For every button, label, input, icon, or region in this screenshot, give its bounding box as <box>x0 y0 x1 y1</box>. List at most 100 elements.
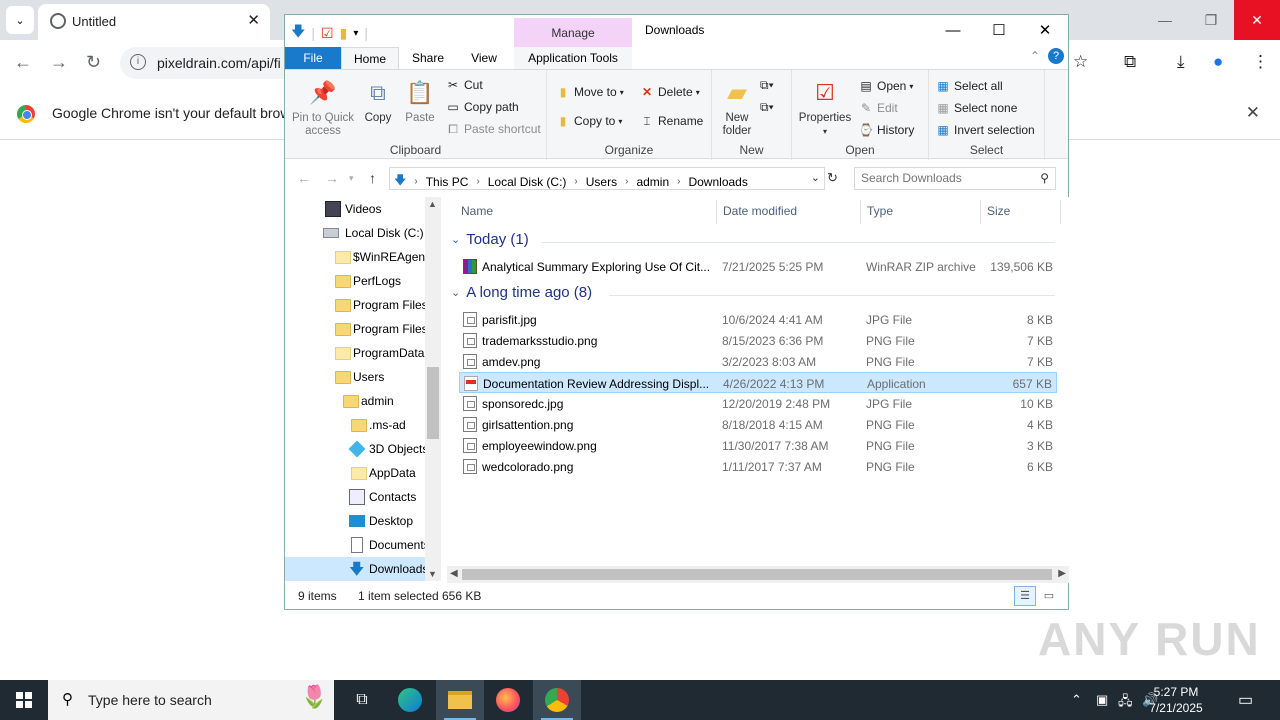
tab-share[interactable]: Share <box>403 47 453 69</box>
paste-button[interactable]: 📋 Paste <box>401 76 439 125</box>
properties-button[interactable]: ☑ Properties ▾ <box>796 76 854 138</box>
column-header-size[interactable]: Size <box>981 200 1061 224</box>
file-row[interactable]: parisfit.jpg 10/6/2024 4:41 AM JPG File … <box>459 309 1057 330</box>
taskbar-clock[interactable]: 5:27 PM 7/21/2025 <box>1136 684 1216 716</box>
taskbar-search[interactable]: ⚲ Type here to search 🌷 <box>48 680 334 720</box>
move-to-button[interactable]: ▮ Move to ▾ <box>555 84 624 100</box>
breadcrumb-downloads[interactable]: Downloads <box>688 175 747 189</box>
network-device-icon[interactable]: ▣ <box>1096 692 1108 708</box>
nav-item-perflogs[interactable]: PerfLogs <box>285 269 425 293</box>
tray-chevron-icon[interactable]: ⌃ <box>1071 692 1082 708</box>
infobar-close-icon[interactable]: ✕ <box>1246 103 1260 123</box>
nav-item-admin[interactable]: admin <box>285 389 425 413</box>
address-bar[interactable]: i pixeldrain.com/api/fi <box>120 47 300 79</box>
manage-tab[interactable]: Manage <box>514 18 632 47</box>
firefox-icon[interactable] <box>484 680 532 720</box>
column-header-date[interactable]: Date modified <box>717 200 861 224</box>
nav-scroll-thumb[interactable] <box>427 367 439 439</box>
up-arrow-icon[interactable]: ↑ <box>369 170 376 186</box>
file-row[interactable]: trademarksstudio.png 8/15/2023 6:36 PM P… <box>459 330 1057 351</box>
breadcrumb-users[interactable]: Users <box>586 175 617 189</box>
breadcrumb-local-disk[interactable]: Local Disk (C:) <box>488 175 567 189</box>
delete-button[interactable]: ✕ Delete ▾ <box>639 84 700 100</box>
help-icon[interactable]: ? <box>1048 48 1064 64</box>
properties-qat-icon[interactable]: ☑ <box>321 25 334 42</box>
new-folder-qat-icon[interactable]: ▮ <box>340 25 348 42</box>
tab-search-button[interactable]: ⌄ <box>6 6 34 34</box>
nav-item-desktop[interactable]: Desktop <box>285 509 425 533</box>
chrome-taskbar-icon[interactable] <box>533 680 581 720</box>
scroll-left-icon[interactable]: ◀ <box>450 568 458 579</box>
details-view-icon[interactable]: ☰ <box>1014 586 1036 606</box>
tab-file[interactable]: File <box>285 47 341 69</box>
group-header-today[interactable]: ⌄ Today (1) <box>451 231 529 248</box>
explorer-close-button[interactable]: ✕ <box>1022 15 1068 45</box>
nav-item-3d-objects[interactable]: 3D Objects <box>285 437 425 461</box>
notifications-icon[interactable]: ▭ <box>1238 690 1253 710</box>
cut-button[interactable]: ✂ Cut <box>445 77 483 93</box>
file-row[interactable]: girlsattention.png 8/18/2018 4:15 AM PNG… <box>459 414 1057 435</box>
edit-button[interactable]: ✎ Edit <box>858 100 898 116</box>
breadcrumb-admin[interactable]: admin <box>636 175 669 189</box>
file-row-selected[interactable]: Documentation Review Addressing Displ...… <box>459 372 1057 393</box>
explorer-minimize-button[interactable]: — <box>930 15 976 45</box>
rename-button[interactable]: ⌶ Rename <box>639 113 703 129</box>
file-row[interactable]: amdev.png 3/2/2023 8:03 AM PNG File 7 KB <box>459 351 1057 372</box>
nav-item-ms-ad[interactable]: .ms-ad <box>285 413 425 437</box>
profile-icon[interactable]: ● <box>1213 52 1223 72</box>
back-arrow-icon[interactable]: ← <box>297 170 311 186</box>
extensions-icon[interactable]: ⧉ <box>1124 52 1136 72</box>
nav-item-program-files[interactable]: Program Files <box>285 293 425 317</box>
close-button[interactable]: ✕ <box>1234 0 1280 40</box>
file-row[interactable]: employeewindow.png 11/30/2017 7:38 AM PN… <box>459 435 1057 456</box>
download-icon[interactable]: ⤓ <box>1177 52 1185 72</box>
file-row[interactable]: sponsoredc.jpg 12/20/2019 2:48 PM JPG Fi… <box>459 393 1057 414</box>
back-arrow-icon[interactable]: ← <box>14 52 32 73</box>
nav-item-local-disk[interactable]: Local Disk (C:) <box>285 221 425 245</box>
nav-item-users[interactable]: Users <box>285 365 425 389</box>
select-all-button[interactable]: ▦ Select all <box>935 78 1002 94</box>
nav-item-contacts[interactable]: Contacts <box>285 485 425 509</box>
new-item-icon[interactable]: ⧉▾ <box>760 78 774 93</box>
qat-dropdown-icon[interactable]: ▾ <box>353 28 358 39</box>
browser-tab[interactable]: Untitled ✕ <box>38 4 270 40</box>
nav-item-documents[interactable]: Documents <box>285 533 425 557</box>
horizontal-scroll-thumb[interactable] <box>462 569 1052 580</box>
nav-item-downloads[interactable]: 🡇 Downloads <box>285 557 425 581</box>
file-row[interactable]: Analytical Summary Exploring Use Of Cit.… <box>459 256 1057 277</box>
star-icon[interactable]: ☆ <box>1073 52 1088 72</box>
reload-icon[interactable]: ↻ <box>86 52 101 73</box>
network-icon[interactable]: 🖧 <box>1118 692 1133 714</box>
scroll-right-icon[interactable]: ▶ <box>1058 568 1066 579</box>
pin-quick-access-button[interactable]: 📌 Pin to Quick access <box>289 76 357 138</box>
column-header-name[interactable]: Name <box>443 200 717 224</box>
invert-selection-button[interactable]: ▦ Invert selection <box>935 122 1034 138</box>
forward-arrow-icon[interactable]: → <box>325 170 339 186</box>
task-view-icon[interactable]: ⧉ <box>338 680 386 720</box>
copy-path-button[interactable]: ▭ Copy path <box>445 99 518 115</box>
group-header-older[interactable]: ⌄ A long time ago (8) <box>451 284 592 301</box>
forward-arrow-icon[interactable]: → <box>50 52 68 73</box>
explorer-maximize-button[interactable]: ☐ <box>976 15 1022 45</box>
paste-shortcut-button[interactable]: ⧠ Paste shortcut <box>445 121 541 137</box>
tab-application-tools[interactable]: Application Tools <box>514 47 632 69</box>
new-folder-button[interactable]: ▰ New folder <box>716 76 758 138</box>
info-icon[interactable]: i <box>130 54 146 70</box>
open-button[interactable]: ▤ Open ▾ <box>858 78 913 94</box>
tab-close-icon[interactable]: ✕ <box>247 11 260 29</box>
search-box[interactable]: ⚲ <box>854 167 1056 190</box>
nav-item-appdata[interactable]: AppData <box>285 461 425 485</box>
restore-button[interactable]: ❐ <box>1188 0 1234 40</box>
refresh-icon[interactable]: ↻ <box>827 170 838 186</box>
copy-button[interactable]: ⧉ Copy <box>361 76 395 125</box>
menu-dots-icon[interactable]: ⋮ <box>1252 52 1269 72</box>
column-header-type[interactable]: Type <box>861 200 981 224</box>
breadcrumb-this-pc[interactable]: This PC <box>426 175 469 189</box>
minimize-ribbon-icon[interactable]: ⌃ <box>1030 49 1040 63</box>
edge-icon[interactable] <box>386 680 434 720</box>
minimize-button[interactable]: — <box>1142 0 1188 40</box>
history-button[interactable]: ⌚ History <box>858 122 915 138</box>
address-breadcrumb[interactable]: 🡇 › This PC › Local Disk (C:) › Users › … <box>389 167 825 190</box>
copy-to-button[interactable]: ▮ Copy to ▾ <box>555 113 623 129</box>
easy-access-icon[interactable]: ⧉▾ <box>760 100 774 115</box>
